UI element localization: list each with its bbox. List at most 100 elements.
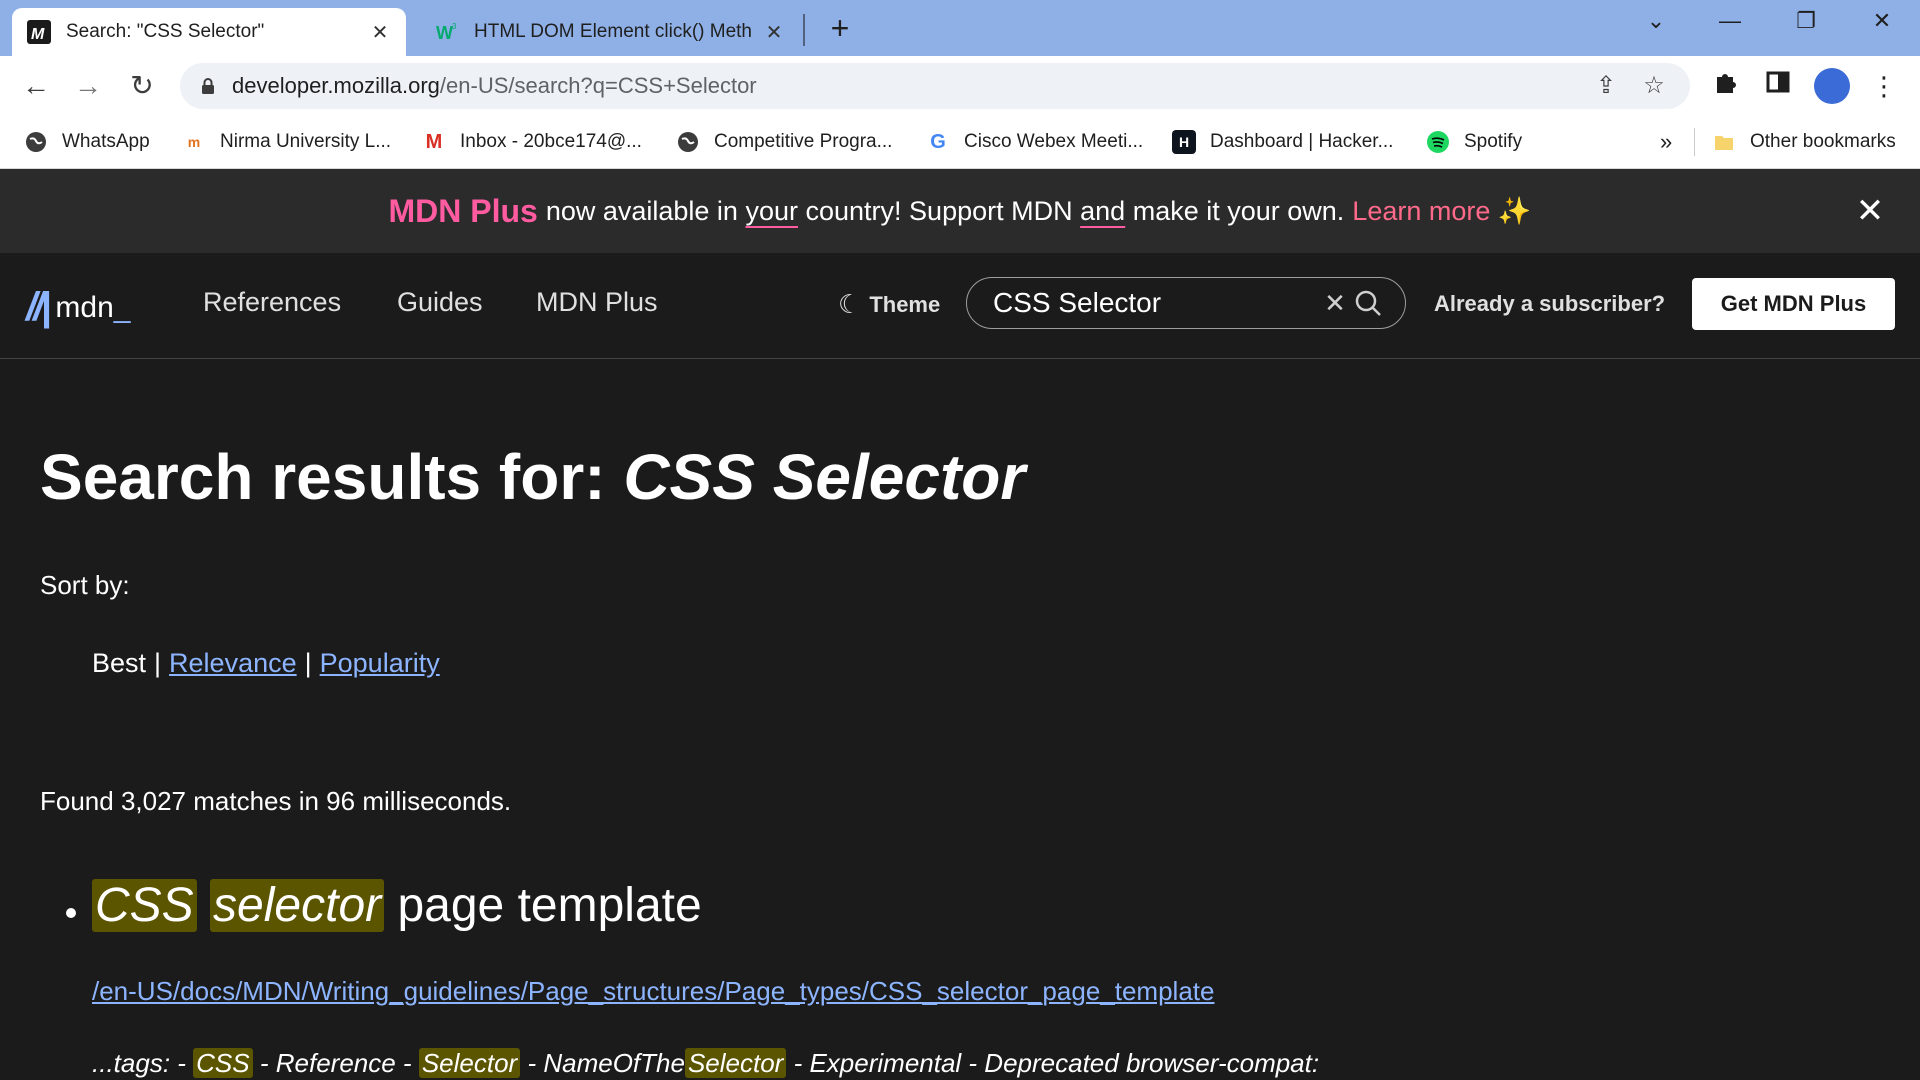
- browser-toolbar: ← → ↻ developer.mozilla.org/en-US/search…: [0, 56, 1920, 116]
- moon-icon: ☾: [838, 289, 862, 319]
- bookmark-label: Dashboard | Hacker...: [1210, 131, 1394, 152]
- already-subscriber-link[interactable]: Already a subscriber?: [1434, 291, 1665, 317]
- sort-popularity-link[interactable]: Popularity: [320, 648, 440, 678]
- title-prefix: Search results for:: [40, 441, 606, 513]
- bookmark-item[interactable]: H Dashboard | Hacker...: [1172, 126, 1393, 158]
- clear-search-icon[interactable]: ✕: [1317, 288, 1353, 319]
- chevron-down-icon[interactable]: ⌄: [1636, 8, 1676, 34]
- highlight: CSS: [92, 879, 197, 932]
- tab-w3schools[interactable]: W3 HTML DOM Element click() Meth ✕: [420, 8, 800, 56]
- snippet-text: - Experimental - Deprecated browser-comp…: [793, 1048, 1320, 1078]
- search-icon[interactable]: [1353, 288, 1393, 318]
- window-close-icon[interactable]: ✕: [1862, 8, 1902, 34]
- w3schools-icon: W3: [434, 19, 460, 45]
- reload-icon[interactable]: ↻: [124, 68, 160, 104]
- other-bookmarks-label: Other bookmarks: [1750, 131, 1896, 152]
- svg-text:W: W: [436, 23, 453, 43]
- bookmark-item[interactable]: WhatsApp: [24, 126, 150, 158]
- new-tab-icon[interactable]: +: [822, 10, 858, 47]
- sort-options: Best | Relevance | Popularity: [92, 648, 440, 679]
- result-title-link[interactable]: CSS selector page template: [92, 878, 702, 933]
- bookmarks-divider: [1694, 128, 1695, 156]
- logo-text: mdn: [55, 290, 114, 324]
- tab-separator: [803, 14, 805, 46]
- get-mdn-plus-button[interactable]: Get MDN Plus: [1692, 278, 1895, 330]
- sparkle-icon: ✨: [1497, 196, 1532, 226]
- bookmark-item[interactable]: M Inbox - 20bce174@...: [422, 126, 642, 158]
- theme-label: Theme: [869, 291, 941, 317]
- tab-close-icon[interactable]: ✕: [368, 20, 392, 45]
- tab-title: Search: "CSS Selector": [66, 21, 265, 42]
- address-bar[interactable]: developer.mozilla.org/en-US/search?q=CSS…: [180, 63, 1690, 109]
- results-count: Found 3,027 matches in 96 milliseconds.: [40, 786, 512, 816]
- mdn-logo-mark-icon: //|: [26, 285, 52, 329]
- svg-text:M: M: [31, 26, 45, 43]
- page-title: Search results for: CSS Selector: [40, 440, 1025, 514]
- url-text: developer.mozilla.org/en-US/search?q=CSS…: [232, 73, 757, 99]
- svg-text:3: 3: [452, 22, 457, 31]
- banner-text-and: and: [1080, 195, 1126, 226]
- title-query: CSS Selector: [623, 441, 1026, 513]
- sort-best: Best: [92, 648, 147, 678]
- highlight: Selector: [418, 1048, 521, 1078]
- mdn-icon: M: [26, 19, 52, 45]
- google-icon: G: [930, 130, 946, 153]
- gmail-icon: M: [425, 130, 443, 153]
- nav-guides[interactable]: Guides: [397, 287, 483, 318]
- bookmark-item[interactable]: Spotify: [1426, 126, 1522, 158]
- theme-toggle[interactable]: ☾ Theme: [838, 289, 940, 320]
- result-snippet: ...tags: - CSS - Reference - Selector - …: [92, 1048, 1319, 1079]
- profile-avatar[interactable]: [1814, 68, 1850, 104]
- bookmarks-overflow-icon[interactable]: »: [1660, 126, 1672, 158]
- folder-icon: [1712, 130, 1736, 154]
- mdn-logo[interactable]: //| mdn _: [26, 285, 130, 330]
- tab-close-icon[interactable]: ✕: [762, 20, 786, 45]
- minimize-icon[interactable]: —: [1710, 8, 1750, 34]
- mdn-top-nav: //| mdn _ References Guides MDN Plus ☾ Th…: [0, 253, 1920, 359]
- highlight: Selector: [684, 1048, 787, 1078]
- snippet-text: - Reference -: [259, 1048, 412, 1078]
- browser-tab-strip: M Search: "CSS Selector" ✕ W3 HTML DOM E…: [0, 0, 1920, 56]
- globe-icon: [676, 130, 700, 154]
- bookmark-item[interactable]: m Nirma University L...: [182, 126, 391, 158]
- nav-mdn-plus[interactable]: MDN Plus: [536, 287, 658, 318]
- bookmark-item[interactable]: Competitive Progra...: [676, 126, 892, 158]
- extensions-puzzle-icon[interactable]: [1708, 68, 1744, 104]
- other-bookmarks[interactable]: Other bookmarks: [1712, 126, 1896, 158]
- banner-close-icon[interactable]: ✕: [1852, 193, 1888, 229]
- share-icon[interactable]: ⇪: [1592, 72, 1620, 100]
- nav-references[interactable]: References: [203, 287, 341, 318]
- search-input[interactable]: CSS Selector ✕: [966, 277, 1406, 329]
- menu-dots-icon[interactable]: ⋮: [1866, 68, 1902, 104]
- lock-icon: [198, 76, 218, 96]
- hackerrank-icon: H: [1172, 130, 1196, 154]
- tab-mdn-search[interactable]: M Search: "CSS Selector" ✕: [12, 8, 406, 56]
- side-panel-icon[interactable]: [1760, 68, 1796, 104]
- result-url-link[interactable]: /en-US/docs/MDN/Writing_guidelines/Page_…: [92, 976, 1214, 1007]
- restore-icon[interactable]: ❐: [1786, 8, 1826, 34]
- highlight: selector: [210, 879, 385, 932]
- learn-more-link[interactable]: Learn more: [1352, 196, 1490, 227]
- nirma-icon: m: [187, 134, 201, 150]
- bookmark-item[interactable]: G Cisco Webex Meeti...: [926, 126, 1143, 158]
- mdn-plus-banner: MDN Plus now available in your country! …: [0, 169, 1920, 253]
- back-arrow-icon[interactable]: ←: [18, 68, 54, 104]
- sort-label: Sort by:: [40, 570, 130, 600]
- bookmarks-bar: WhatsApp m Nirma University L... M Inbox…: [0, 116, 1920, 169]
- bookmark-label: Cisco Webex Meeti...: [964, 131, 1144, 152]
- spotify-icon: [1426, 130, 1450, 154]
- bookmark-label: Spotify: [1464, 131, 1523, 152]
- bookmark-label: Nirma University L...: [220, 131, 392, 152]
- bookmark-star-icon[interactable]: ☆: [1640, 72, 1668, 100]
- sort-separator: |: [304, 648, 312, 678]
- banner-text: now available in: [545, 195, 738, 226]
- sort-relevance-link[interactable]: Relevance: [169, 648, 297, 678]
- search-value: CSS Selector: [993, 287, 1162, 318]
- bookmark-label: WhatsApp: [62, 131, 150, 152]
- forward-arrow-icon[interactable]: →: [70, 68, 106, 104]
- url-host: developer.mozilla.org: [232, 73, 440, 98]
- bullet: [66, 908, 76, 918]
- result-title-text: page template: [397, 879, 702, 932]
- banner-text: make it your own.: [1132, 195, 1345, 226]
- logo-underscore: _: [113, 290, 131, 324]
